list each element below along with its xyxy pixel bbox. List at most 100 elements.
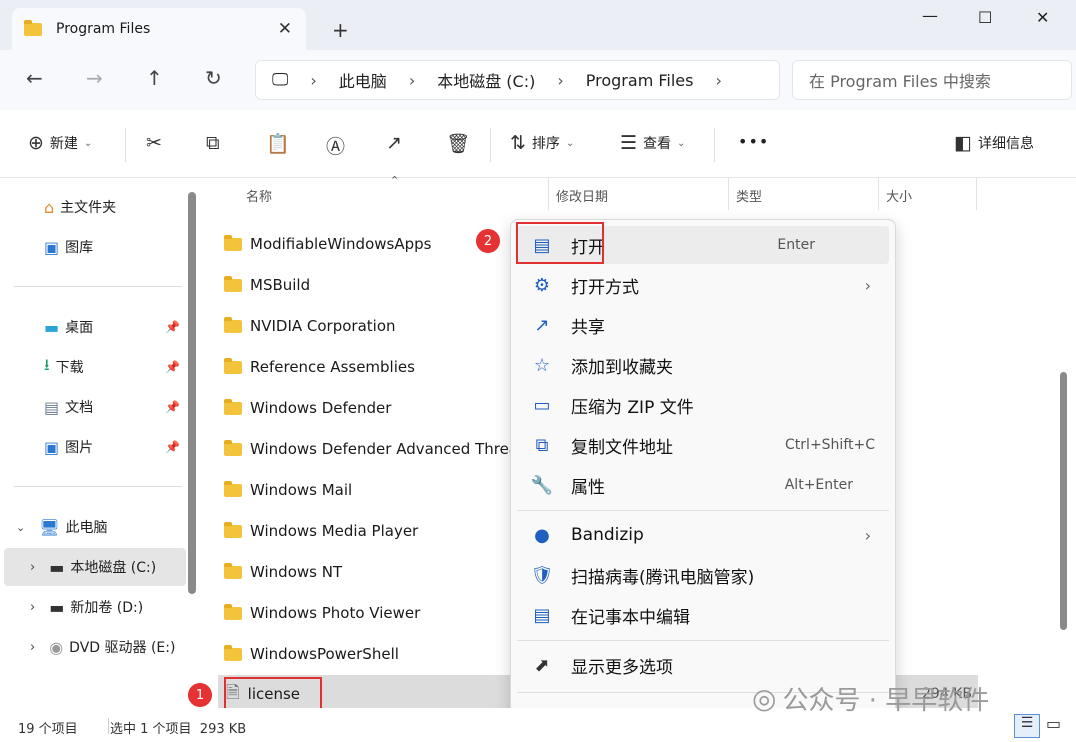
- new-label: 新建: [49, 136, 78, 152]
- breadcrumb-this-pc[interactable]: 此电脑: [339, 68, 387, 92]
- list-item[interactable]: WindowsPowerShell: [224, 636, 399, 672]
- list-item[interactable]: Reference Assemblies: [224, 349, 415, 385]
- menu-item-open-with[interactable]: ⚙ 打开方式 ›: [517, 266, 889, 304]
- sidebar-item-desktop[interactable]: ▬ 桌面 📌: [0, 308, 186, 346]
- sidebar-item-local-disk-c[interactable]: › ▬ 本地磁盘 (C:): [4, 548, 186, 586]
- details-pane-icon: ◧: [954, 132, 972, 154]
- share-icon[interactable]: ↗: [386, 132, 402, 154]
- list-item[interactable]: Windows NT: [224, 554, 342, 590]
- menu-item-scan-virus[interactable]: 🛡 扫描病毒(腾讯电脑管家): [517, 556, 889, 594]
- sidebar-item-this-pc[interactable]: ⌄ 🖥 此电脑: [0, 508, 186, 546]
- address-bar[interactable]: 🖵 › 此电脑 › 本地磁盘 (C:) › Program Files ›: [255, 60, 780, 100]
- close-window-button[interactable]: ✕: [1036, 8, 1049, 27]
- chevron-right-icon[interactable]: ›: [409, 71, 415, 90]
- chevron-right-icon: ›: [864, 275, 871, 295]
- new-tab-button[interactable]: +: [332, 18, 349, 42]
- divider: [108, 718, 109, 734]
- column-separator[interactable]: [548, 178, 549, 210]
- tab-program-files[interactable]: Program Files ✕: [12, 8, 306, 50]
- sidebar-item-dvd-drive-e[interactable]: › ◉ DVD 驱动器 (E:): [0, 628, 186, 666]
- menu-item-properties[interactable]: 🔧 属性 Alt+Enter: [517, 466, 889, 504]
- back-arrow-icon[interactable]: ←: [26, 66, 43, 90]
- sidebar-item-home[interactable]: ⌂ 主文件夹: [0, 188, 186, 226]
- column-header-size[interactable]: 大小: [886, 186, 912, 205]
- details-view-icon[interactable]: ☰: [1014, 714, 1040, 738]
- folder-icon: [224, 275, 242, 292]
- maximize-button[interactable]: ☐: [978, 8, 992, 27]
- column-separator[interactable]: [728, 178, 729, 210]
- item-count: 19 个项目: [18, 722, 78, 737]
- column-separator[interactable]: [878, 178, 879, 210]
- pin-icon[interactable]: 📌: [165, 440, 180, 454]
- menu-item-share[interactable]: ↗ 共享: [517, 306, 889, 344]
- file-name: WindowsPowerShell: [250, 645, 399, 663]
- delete-icon[interactable]: 🗑: [446, 132, 470, 155]
- file-name: Windows NT: [250, 563, 343, 581]
- sidebar-item-downloads[interactable]: ⭳ 下载 📌: [0, 348, 186, 386]
- menu-item-edit-notepad[interactable]: ▤ 在记事本中编辑: [517, 596, 889, 634]
- sidebar-item-documents[interactable]: ▤ 文档 📌: [0, 388, 186, 426]
- pin-icon[interactable]: 📌: [165, 320, 180, 334]
- chevron-right-icon[interactable]: ›: [310, 71, 316, 90]
- chevron-right-icon[interactable]: ›: [557, 71, 563, 90]
- menu-item-copy-path[interactable]: ⧉ 复制文件地址 Ctrl+Shift+C: [517, 426, 889, 464]
- list-item[interactable]: NVIDIA Corporation: [224, 308, 396, 344]
- pin-icon[interactable]: 📌: [165, 400, 180, 414]
- tiles-view-icon[interactable]: ▭: [1046, 714, 1061, 733]
- chevron-right-icon[interactable]: ›: [30, 640, 35, 655]
- search-input[interactable]: 在 Program Files 中搜索: [792, 60, 1072, 100]
- file-name: Windows Media Player: [250, 522, 419, 540]
- folder-icon: [224, 603, 242, 620]
- menu-item-label: Bandizip: [571, 525, 644, 545]
- chevron-down-icon[interactable]: ⌄: [16, 521, 25, 534]
- view-button[interactable]: ☰ 查看 ⌄: [620, 132, 685, 154]
- sidebar-scrollbar[interactable]: [188, 192, 196, 594]
- list-item[interactable]: Windows Mail: [224, 472, 352, 508]
- forward-arrow-icon[interactable]: →: [86, 66, 103, 90]
- list-item[interactable]: MSBuild: [224, 267, 310, 303]
- refresh-icon[interactable]: ↻: [205, 66, 222, 90]
- copy-icon[interactable]: ⧉: [206, 132, 220, 154]
- document-icon: ▤: [44, 397, 60, 417]
- shortcut-text: Enter: [777, 237, 815, 253]
- column-header-name[interactable]: 名称: [246, 186, 272, 205]
- details-pane-button[interactable]: ◧ 详细信息: [954, 132, 1034, 154]
- menu-item-bandizip[interactable]: ● Bandizip ›: [517, 516, 889, 554]
- rename-icon[interactable]: Ⓐ: [326, 132, 345, 159]
- close-tab-icon[interactable]: ✕: [278, 19, 292, 39]
- sidebar-item-gallery[interactable]: ▣ 图库: [0, 228, 186, 266]
- new-button[interactable]: ⊕ 新建 ⌄: [28, 132, 92, 154]
- minimize-button[interactable]: —: [922, 6, 938, 25]
- folder-icon: [224, 234, 242, 251]
- sidebar-item-label: 新加卷 (D:): [70, 600, 144, 616]
- open-with-icon: ⚙: [533, 274, 551, 296]
- menu-item-add-favorite[interactable]: ☆ 添加到收藏夹: [517, 346, 889, 384]
- cut-icon[interactable]: ✂: [146, 132, 162, 154]
- paste-icon[interactable]: 📋: [266, 132, 290, 155]
- column-separator[interactable]: [976, 178, 977, 210]
- breadcrumb-local-disk[interactable]: 本地磁盘 (C:): [437, 68, 535, 92]
- chevron-right-icon[interactable]: ›: [30, 560, 35, 575]
- sidebar-item-pictures[interactable]: ▣ 图片 📌: [0, 428, 186, 466]
- list-item[interactable]: ModifiableWindowsApps: [224, 226, 431, 262]
- more-options-button[interactable]: •••: [738, 132, 769, 151]
- chevron-right-icon[interactable]: ›: [30, 600, 35, 615]
- list-item[interactable]: Windows Media Player: [224, 513, 418, 549]
- breadcrumb-program-files[interactable]: Program Files: [586, 71, 694, 90]
- menu-item-show-more-options[interactable]: ⬈ 显示更多选项: [517, 646, 889, 684]
- copy-path-icon: ⧉: [535, 434, 549, 456]
- pin-icon[interactable]: 📌: [165, 360, 180, 374]
- list-item[interactable]: Windows Defender: [224, 390, 391, 426]
- shortcut-text: Alt+Enter: [784, 477, 853, 493]
- up-arrow-icon[interactable]: ↑: [146, 66, 163, 90]
- highlight-box-open: [516, 222, 604, 264]
- sort-button[interactable]: ⇅ 排序 ⌄: [510, 132, 574, 154]
- column-header-type[interactable]: 类型: [736, 186, 762, 205]
- column-header-modified[interactable]: 修改日期: [556, 186, 608, 205]
- sidebar-item-label: 图片: [65, 440, 94, 456]
- file-list-scrollbar[interactable]: [1060, 372, 1067, 630]
- chevron-right-icon[interactable]: ›: [715, 71, 721, 90]
- menu-item-compress-zip[interactable]: ▭ 压缩为 ZIP 文件: [517, 386, 889, 424]
- sidebar-item-new-volume-d[interactable]: › ▬ 新加卷 (D:): [0, 588, 186, 626]
- list-item[interactable]: Windows Photo Viewer: [224, 595, 420, 631]
